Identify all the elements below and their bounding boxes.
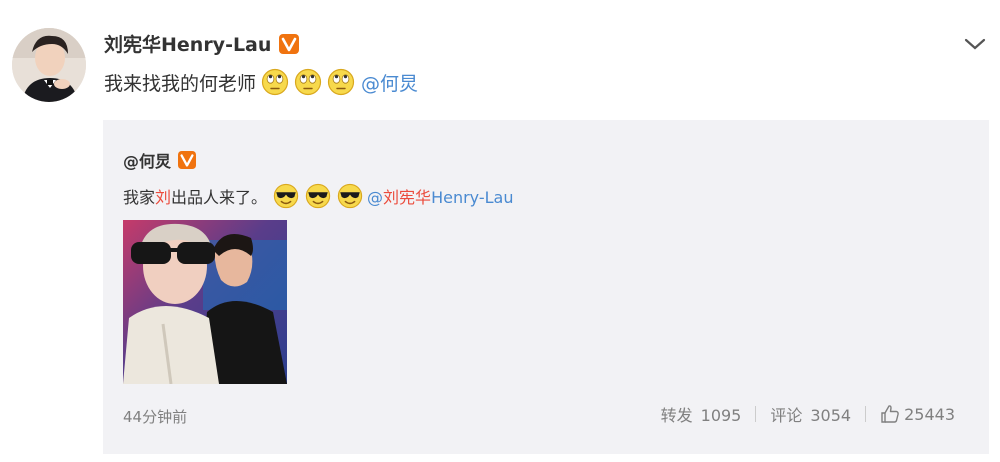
rolling-eyes-emoji-icon (327, 68, 355, 96)
mention-rest: Henry-Lau (431, 188, 514, 207)
mention-highlight: 刘宪华 (383, 188, 432, 207)
post-timestamp[interactable]: 44分钟前 (123, 406, 187, 427)
like-count: 25443 (904, 404, 955, 424)
original-text-before: 我家 (123, 188, 156, 207)
verified-v-badge-icon (178, 151, 197, 169)
post-photo[interactable] (123, 220, 287, 384)
rolling-eyes-emoji-icon (294, 68, 322, 96)
author-name[interactable]: 刘宪华Henry-Lau (104, 30, 271, 57)
reposted-card: @何炅 我家刘出品人来了。 @刘宪华Henry-Lau 44分钟前 转发 109… (103, 120, 989, 454)
author-avatar[interactable] (12, 28, 86, 102)
sunglasses-emoji-icon (273, 183, 299, 209)
sunglasses-emoji-icon (305, 183, 331, 209)
original-author-name[interactable]: @何炅 (123, 148, 171, 172)
chevron-down-icon[interactable] (962, 36, 988, 52)
divider (865, 406, 867, 422)
repost-action[interactable]: 转发 1095 (661, 402, 742, 426)
comment-action[interactable]: 评论 3054 (770, 402, 851, 426)
comment-label: 评论 (770, 406, 803, 425)
original-post-text: 我家刘出品人来了。 @刘宪华Henry-Lau (123, 180, 513, 212)
mention-link[interactable]: @何炅 (361, 69, 418, 96)
comment-count: 3054 (810, 406, 852, 425)
mention-prefix: @ (367, 188, 384, 207)
original-mention-link[interactable]: @刘宪华Henry-Lau (367, 184, 513, 208)
sunglasses-emoji-icon (337, 183, 363, 209)
repost-count: 1095 (700, 406, 742, 425)
verified-v-badge-icon (279, 33, 300, 54)
original-text-highlight: 刘 (155, 188, 172, 207)
original-text-after: 出品人来了。 (171, 188, 268, 207)
post-text: 我来找我的何老师 @何炅 (104, 66, 418, 98)
post-text-content: 我来找我的何老师 (104, 72, 257, 95)
action-bar: 转发 1095 评论 3054 25443 (661, 402, 955, 426)
thumbs-up-icon (880, 404, 900, 424)
original-author-header: @何炅 (123, 148, 197, 172)
rolling-eyes-emoji-icon (261, 68, 289, 96)
like-action[interactable]: 25443 (880, 404, 955, 424)
author-header: 刘宪华Henry-Lau (104, 30, 300, 57)
repost-label: 转发 (660, 406, 693, 425)
divider (755, 406, 757, 422)
